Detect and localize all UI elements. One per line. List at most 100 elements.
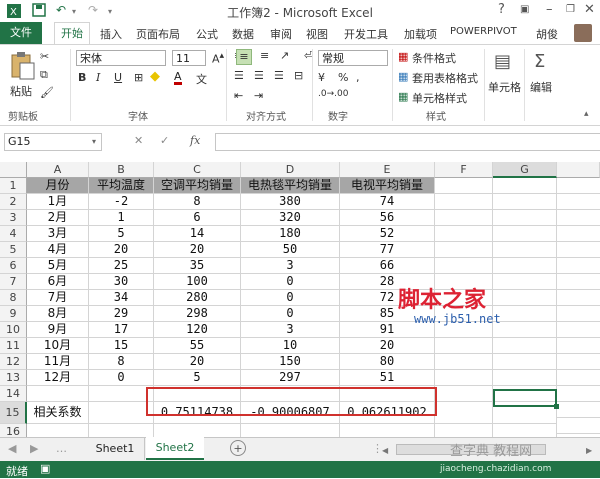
- table-cell[interactable]: 35: [154, 258, 241, 274]
- underline-button[interactable]: U: [114, 71, 122, 84]
- format-as-table-button[interactable]: 套用表格格式: [412, 70, 478, 86]
- editing-icon[interactable]: Σ: [534, 51, 545, 72]
- table-cell[interactable]: 6月: [27, 274, 89, 290]
- empty-cell[interactable]: [493, 226, 557, 242]
- row-header-9[interactable]: 9: [0, 306, 27, 322]
- name-box-dropdown-icon[interactable]: ▾: [92, 137, 96, 146]
- empty-cell[interactable]: [493, 338, 557, 354]
- tab-file[interactable]: 文件: [0, 22, 42, 44]
- cancel-entry-icon[interactable]: ✕: [134, 134, 143, 147]
- align-bottom-icon[interactable]: ≡: [260, 49, 269, 62]
- row-header-15[interactable]: 15: [0, 402, 27, 424]
- table-cell[interactable]: 0: [241, 306, 340, 322]
- table-cell[interactable]: 12月: [27, 370, 89, 386]
- row-header-12[interactable]: 12: [0, 354, 27, 370]
- cell-styles-button[interactable]: 单元格样式: [412, 90, 467, 106]
- table-cell[interactable]: 10月: [27, 338, 89, 354]
- table-cell[interactable]: 66: [340, 258, 435, 274]
- empty-cell[interactable]: [435, 338, 493, 354]
- select-all-corner[interactable]: [0, 162, 27, 178]
- column-header-A[interactable]: A: [27, 162, 89, 178]
- tab-data[interactable]: 数据: [232, 26, 254, 42]
- column-header-D[interactable]: D: [241, 162, 340, 178]
- row-header-5[interactable]: 5: [0, 242, 27, 258]
- user-name[interactable]: 胡俊: [536, 26, 558, 42]
- avatar[interactable]: [574, 24, 592, 42]
- table-cell[interactable]: 14: [154, 226, 241, 242]
- table-cell[interactable]: 4月: [27, 242, 89, 258]
- table-cell[interactable]: 51: [340, 370, 435, 386]
- align-left-icon[interactable]: ☰: [234, 69, 244, 82]
- table-cell[interactable]: 8月: [27, 306, 89, 322]
- table-cell[interactable]: 9月: [27, 322, 89, 338]
- phonetic-icon[interactable]: 文: [196, 71, 207, 87]
- empty-cell[interactable]: [493, 210, 557, 226]
- table-cell[interactable]: 3: [241, 322, 340, 338]
- conditional-format-button[interactable]: 条件格式: [412, 50, 456, 66]
- row-header-10[interactable]: 10: [0, 322, 27, 338]
- table-cell[interactable]: 17: [89, 322, 154, 338]
- table-cell[interactable]: 15: [89, 338, 154, 354]
- conditional-format-icon[interactable]: ▦: [398, 50, 408, 63]
- scroll-right-icon[interactable]: ▶: [586, 446, 592, 455]
- font-name-select[interactable]: 宋体: [76, 50, 166, 66]
- tab-powerpivot[interactable]: POWERPIVOT: [450, 26, 517, 37]
- table-cell[interactable]: 1: [89, 210, 154, 226]
- column-header-E[interactable]: E: [340, 162, 435, 178]
- table-cell[interactable]: 25: [89, 258, 154, 274]
- tab-view[interactable]: 视图: [306, 26, 328, 42]
- table-cell[interactable]: 6: [154, 210, 241, 226]
- ribbon-display-icon[interactable]: ▣: [520, 4, 529, 15]
- tab-formulas[interactable]: 公式: [196, 26, 218, 42]
- table-cell[interactable]: 298: [154, 306, 241, 322]
- table-cell[interactable]: 0: [241, 274, 340, 290]
- table-cell[interactable]: 2月: [27, 210, 89, 226]
- empty-cell[interactable]: [435, 226, 493, 242]
- help-icon[interactable]: ?: [498, 2, 505, 17]
- table-cell[interactable]: 55: [154, 338, 241, 354]
- sheet-tab-sheet2[interactable]: Sheet2: [146, 437, 204, 460]
- column-header-B[interactable]: B: [89, 162, 154, 178]
- row-header-8[interactable]: 8: [0, 290, 27, 306]
- table-cell[interactable]: 50: [241, 242, 340, 258]
- italic-button[interactable]: I: [96, 71, 100, 84]
- fill-color-icon[interactable]: ◆: [150, 69, 160, 84]
- bold-button[interactable]: B: [78, 71, 86, 84]
- orientation-icon[interactable]: ↗: [280, 49, 289, 62]
- scroll-left-icon[interactable]: ◀: [382, 446, 388, 455]
- empty-cell[interactable]: [89, 386, 154, 402]
- empty-cell[interactable]: [435, 194, 493, 210]
- empty-cell[interactable]: [493, 178, 557, 194]
- insert-function-button[interactable]: fx: [190, 134, 200, 147]
- empty-cell[interactable]: [493, 274, 557, 290]
- row-header-3[interactable]: 3: [0, 210, 27, 226]
- table-cell[interactable]: 297: [241, 370, 340, 386]
- accounting-format-icon[interactable]: ¥: [318, 71, 325, 84]
- worksheet-grid[interactable]: ABCDEFG 1234567891011121314151617 月份平均温度…: [0, 162, 600, 456]
- empty-cell[interactable]: [493, 258, 557, 274]
- table-header-cell[interactable]: 月份: [27, 178, 89, 194]
- tab-page-layout[interactable]: 页面布局: [136, 26, 180, 42]
- table-cell[interactable]: 150: [241, 354, 340, 370]
- collapse-ribbon-icon[interactable]: ▴: [584, 109, 589, 119]
- fill-handle[interactable]: [554, 404, 559, 409]
- tab-addins[interactable]: 加载项: [404, 26, 437, 42]
- increase-indent-icon[interactable]: ⇥: [254, 89, 263, 102]
- confirm-entry-icon[interactable]: ✓: [160, 134, 169, 147]
- table-cell[interactable]: 380: [241, 194, 340, 210]
- tab-insert[interactable]: 插入: [100, 26, 122, 42]
- table-cell[interactable]: 80: [340, 354, 435, 370]
- row-header-7[interactable]: 7: [0, 274, 27, 290]
- empty-cell[interactable]: [493, 322, 557, 338]
- table-cell[interactable]: 30: [89, 274, 154, 290]
- table-cell[interactable]: 0: [241, 290, 340, 306]
- table-cell[interactable]: 1月: [27, 194, 89, 210]
- borders-icon[interactable]: ⊞: [134, 71, 143, 84]
- table-cell[interactable]: 8: [89, 354, 154, 370]
- editing-button[interactable]: 编辑: [530, 79, 552, 95]
- table-cell[interactable]: 280: [154, 290, 241, 306]
- restore-icon[interactable]: ❐: [566, 4, 575, 15]
- format-painter-icon[interactable]: 🖌: [40, 86, 54, 99]
- align-right-icon[interactable]: ☰: [274, 69, 284, 82]
- table-cell[interactable]: 3: [241, 258, 340, 274]
